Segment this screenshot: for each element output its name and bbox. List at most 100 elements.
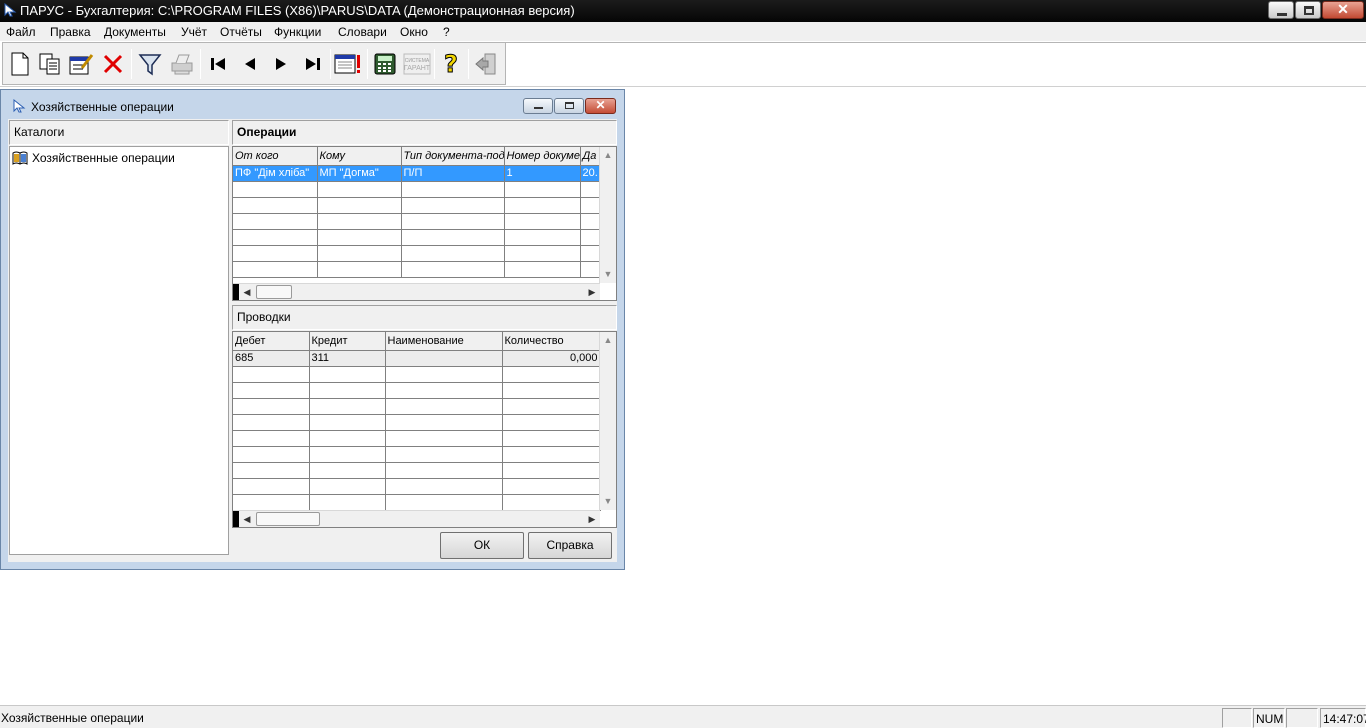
table-row[interactable]	[233, 245, 604, 262]
table-row[interactable]	[233, 398, 601, 415]
catalog-tree[interactable]: Хозяйственные операции	[9, 146, 229, 555]
first-record-icon	[211, 58, 225, 70]
tree-item-operations[interactable]: Хозяйственные операции	[12, 151, 175, 165]
delete-button[interactable]	[99, 49, 127, 79]
calculator-button[interactable]	[371, 49, 399, 79]
table-row[interactable]	[233, 181, 604, 198]
scroll-down-icon[interactable]: ▼	[600, 493, 616, 510]
menu-dictionaries[interactable]: Словари	[338, 25, 387, 39]
copy-button[interactable]	[36, 49, 64, 79]
cell-credit: 311	[309, 350, 386, 367]
edit-button[interactable]	[67, 49, 95, 79]
menu-window[interactable]: Окно	[400, 25, 428, 39]
column-header-to[interactable]: Кому	[317, 147, 402, 166]
table-row[interactable]	[233, 430, 601, 447]
operations-vertical-scrollbar[interactable]: ▲ ▼	[599, 147, 616, 283]
status-cell-empty	[1286, 708, 1318, 728]
table-row[interactable]	[233, 213, 604, 230]
restore-icon	[1304, 6, 1314, 15]
window-app-icon	[13, 99, 26, 113]
scroll-left-icon[interactable]: ◀	[239, 284, 255, 300]
menu-accounting[interactable]: Учёт	[181, 25, 207, 39]
app-title: ПАРУС - Бухгалтерия: C:\PROGRAM FILES (X…	[20, 3, 575, 18]
menu-bar: Файл Правка Документы Учёт Отчёты Функци…	[0, 22, 1366, 41]
postings-horizontal-scrollbar[interactable]: ◀ ▶	[233, 510, 600, 527]
table-row[interactable]	[233, 197, 604, 214]
calculator-icon	[374, 53, 396, 75]
book-icon	[12, 151, 28, 165]
print-button[interactable]	[168, 49, 196, 79]
minimize-icon	[1277, 13, 1287, 16]
menu-file[interactable]: Файл	[6, 25, 36, 39]
menu-help[interactable]: ?	[443, 25, 450, 39]
window-restore-button[interactable]	[554, 98, 584, 114]
last-record-button[interactable]	[299, 49, 327, 79]
operations-header-label: Операции	[237, 125, 297, 139]
table-row[interactable]: ПФ "Дім хліба" МП "Догма" П/П 1 20.	[233, 165, 604, 182]
menu-functions[interactable]: Функции	[274, 25, 321, 39]
filter-icon	[138, 54, 162, 76]
new-button[interactable]	[6, 49, 34, 79]
scroll-thumb[interactable]	[256, 512, 320, 526]
column-header-name[interactable]: Наименование	[385, 332, 503, 351]
scroll-down-icon[interactable]: ▼	[600, 266, 616, 283]
scroll-right-icon[interactable]: ▶	[584, 511, 600, 527]
window-minimize-button[interactable]	[523, 98, 553, 114]
menu-edit[interactable]: Правка	[50, 25, 91, 39]
column-header-quantity[interactable]: Количество	[502, 332, 601, 351]
parus-app-icon	[4, 3, 17, 17]
restore-icon	[565, 102, 574, 109]
scroll-left-icon[interactable]: ◀	[239, 511, 255, 527]
table-row[interactable]	[233, 478, 601, 495]
operations-window: Хозяйственные операции ✕ Каталоги Хозяйс…	[0, 89, 625, 570]
postings-grid[interactable]: Дебет Кредит Наименование Количество 685…	[232, 331, 617, 528]
restore-button[interactable]	[1295, 1, 1321, 19]
first-record-button[interactable]	[204, 49, 232, 79]
postings-header-label: Проводки	[237, 310, 291, 324]
svg-text:СИСТЕМА: СИСТЕМА	[405, 58, 430, 64]
filter-button[interactable]	[136, 49, 164, 79]
postings-vertical-scrollbar[interactable]: ▲ ▼	[599, 332, 616, 510]
edit-icon	[69, 54, 94, 75]
next-record-button[interactable]	[267, 49, 295, 79]
operations-grid[interactable]: От кого Кому Тип документа-под Номер док…	[232, 146, 617, 301]
garant-button[interactable]: СИСТЕМА ГАРАНТ	[402, 49, 432, 79]
scroll-up-icon[interactable]: ▲	[600, 332, 616, 349]
help-dialog-button[interactable]: Справка	[528, 532, 612, 559]
table-row[interactable]: 685 311 0,000	[233, 350, 601, 367]
minimize-button[interactable]	[1268, 1, 1294, 19]
next-record-icon	[276, 58, 286, 70]
table-row[interactable]	[233, 229, 604, 246]
svg-text:?: ?	[444, 50, 458, 78]
help-button[interactable]: ?	[437, 49, 465, 79]
tree-item-label: Хозяйственные операции	[32, 151, 175, 165]
scroll-thumb[interactable]	[256, 285, 292, 299]
table-row[interactable]	[233, 366, 601, 383]
table-row[interactable]	[233, 462, 601, 479]
column-header-doc-number[interactable]: Номер докуме	[504, 147, 581, 166]
menu-reports[interactable]: Отчёты	[220, 25, 262, 39]
menu-documents[interactable]: Документы	[104, 25, 166, 39]
table-row[interactable]	[233, 382, 601, 399]
app-titlebar: ПАРУС - Бухгалтерия: C:\PROGRAM FILES (X…	[0, 0, 1366, 22]
calendar-button[interactable]	[334, 49, 362, 79]
window-controls: ✕	[523, 98, 616, 114]
scroll-right-icon[interactable]: ▶	[584, 284, 600, 300]
table-row[interactable]	[233, 261, 604, 278]
column-header-doc-type[interactable]: Тип документа-под	[401, 147, 505, 166]
column-header-from[interactable]: От кого	[233, 147, 318, 166]
scroll-up-icon[interactable]: ▲	[600, 147, 616, 164]
column-header-credit[interactable]: Кредит	[309, 332, 386, 351]
status-clock: 14:47:07	[1320, 708, 1366, 728]
table-row[interactable]	[233, 414, 601, 431]
table-row[interactable]	[233, 494, 601, 511]
window-close-button[interactable]: ✕	[585, 98, 616, 114]
exit-button[interactable]	[472, 49, 500, 79]
operations-horizontal-scrollbar[interactable]: ◀ ▶	[233, 283, 600, 300]
ok-button[interactable]: ОК	[440, 532, 524, 559]
table-row[interactable]	[233, 446, 601, 463]
garant-system-icon: СИСТЕМАГАРАНТ	[403, 53, 431, 75]
column-header-debit[interactable]: Дебет	[233, 332, 310, 351]
close-button[interactable]: ✕	[1322, 1, 1364, 19]
previous-record-button[interactable]	[236, 49, 264, 79]
